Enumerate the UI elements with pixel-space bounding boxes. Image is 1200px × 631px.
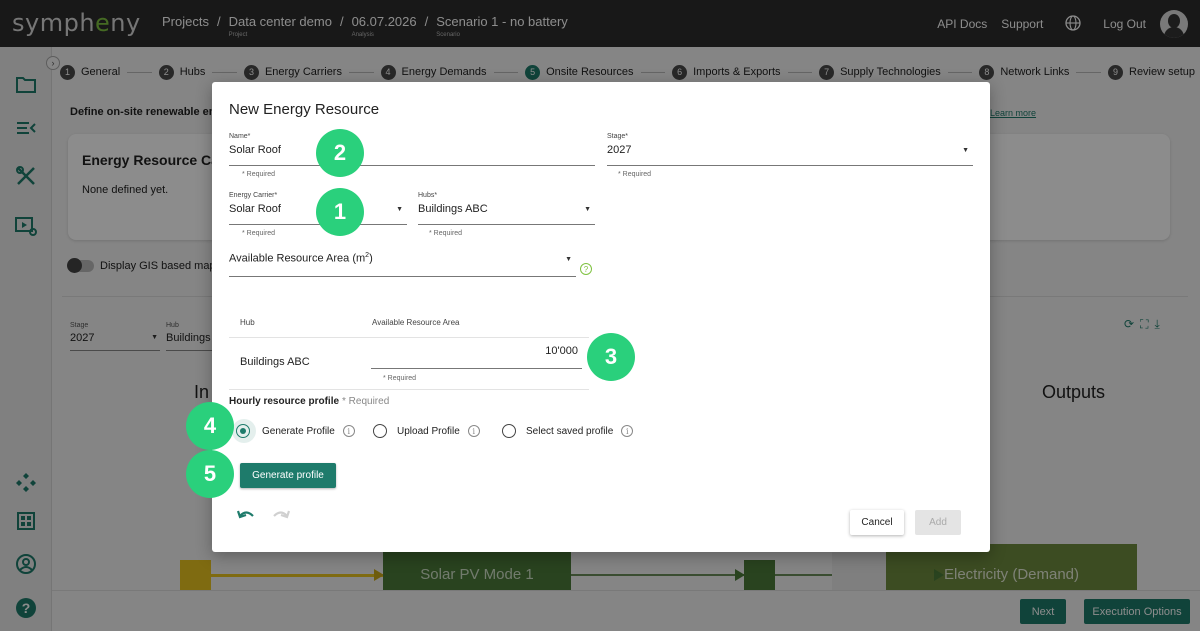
area-value-input[interactable]: 10'000 [371,342,582,369]
info-icon[interactable]: i [342,425,355,437]
area-value: 10'000 [545,345,578,357]
caret-down-icon: ▼ [584,206,591,213]
caret-down-icon: ▼ [565,256,572,263]
name-field-value: Solar Roof [229,144,281,156]
undo-icon[interactable] [236,509,255,527]
annotation-badge-3: 3 [587,333,635,381]
available-area-label: Available Resource Area (m2) [229,252,373,265]
table-divider [229,389,589,390]
stage-field[interactable]: Stage* 2027 ▼ [607,133,973,166]
name-field[interactable]: Name* Solar Roof [229,133,595,166]
table-divider [229,337,589,338]
available-area-select[interactable]: Available Resource Area (m2) ▼ [229,250,576,277]
option-label: Generate Profile [262,425,335,437]
required-hint: * Required [383,375,417,382]
option-select-saved-profile[interactable]: Select saved profile i [502,424,634,438]
table-header-area: Available Resource Area [372,318,460,327]
annotation-badge-1: 1 [316,188,364,236]
caret-down-icon: ▼ [396,206,403,213]
annotation-badge-5: 5 [186,450,234,498]
table-cell-hub: Buildings ABC [240,356,310,368]
add-button[interactable]: Add [915,510,961,535]
energy-carrier-label: Energy Carrier* [229,192,278,199]
required-hint: * Required [242,171,276,178]
info-icon[interactable]: i [621,425,634,437]
option-upload-profile[interactable]: Upload Profile i [373,424,480,438]
option-generate-profile[interactable]: Generate Profile i [236,424,355,438]
profile-section-title: Hourly resource profile [229,396,340,407]
stage-field-value: 2027 [607,144,632,156]
help-circle-icon[interactable]: ? [580,263,592,275]
radio-selected-icon[interactable] [236,424,250,438]
profile-required-hint: * Required [342,396,390,407]
annotation-badge-2: 2 [316,129,364,177]
name-field-label: Name* [229,133,251,140]
radio-icon[interactable] [502,424,516,438]
option-label: Upload Profile [397,425,460,437]
required-hint: * Required [429,230,463,237]
caret-down-icon: ▼ [962,147,969,154]
annotation-badge-4: 4 [186,402,234,450]
radio-icon[interactable] [373,424,387,438]
redo-icon[interactable] [272,509,291,527]
hubs-value: Buildings ABC [418,203,488,215]
option-label: Select saved profile [526,425,614,437]
dialog-title: New Energy Resource [229,101,380,118]
hubs-select[interactable]: Hubs* Buildings ABC ▼ [418,192,595,225]
hubs-label: Hubs* [418,192,438,199]
table-header-hub: Hub [240,318,255,327]
required-hint: * Required [618,171,652,178]
cancel-button[interactable]: Cancel [850,510,904,535]
info-icon[interactable]: i [467,425,480,437]
required-hint: * Required [242,230,276,237]
generate-profile-button[interactable]: Generate profile [240,463,336,488]
stage-field-label: Stage* [607,133,629,140]
